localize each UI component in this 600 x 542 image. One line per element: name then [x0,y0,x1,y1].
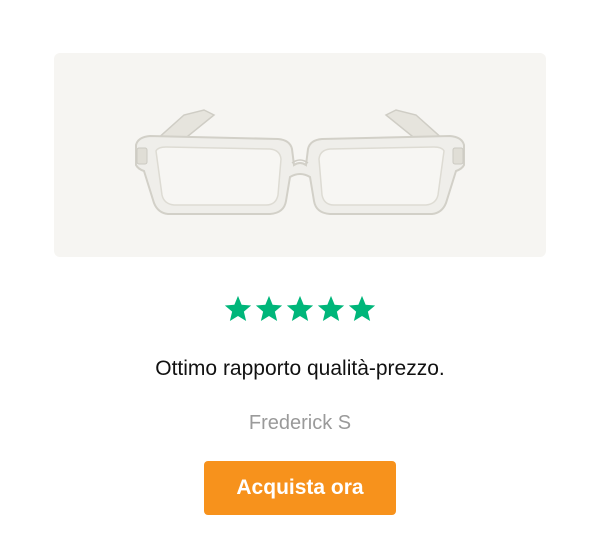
reviewer-name: Frederick S [248,412,352,434]
review-card: Ottimo rapporto qualità-prezzo. Frederic… [0,0,600,542]
product-image [54,53,546,257]
star-icon [255,295,283,321]
review-text: Ottimo rapporto qualità-prezzo. [155,357,445,380]
star-icon [348,295,376,321]
glasses-image [135,109,465,215]
star-rating [0,294,600,330]
star-icon [286,295,314,321]
star-icon [317,295,345,321]
buy-now-button[interactable]: Acquista ora [204,461,396,515]
star-icon [224,295,252,321]
